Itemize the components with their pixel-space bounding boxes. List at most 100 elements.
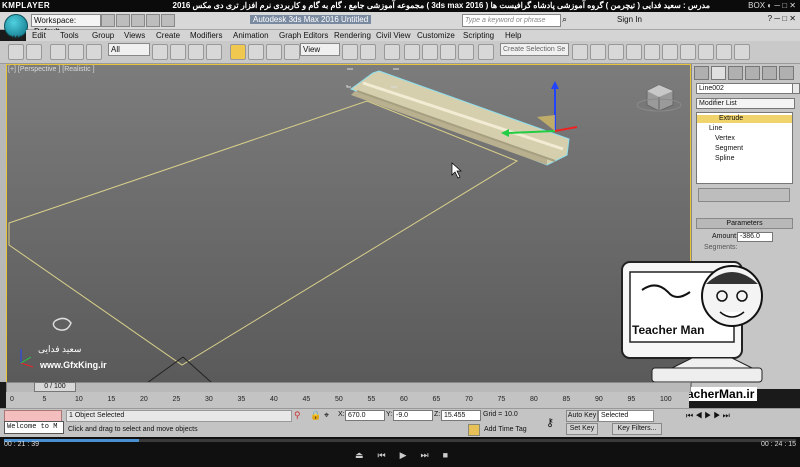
viewport-label[interactable]: [+] [Perspective ] [Realistic ] (8, 66, 95, 73)
rendered-frame-icon[interactable] (716, 44, 732, 60)
menu-civil-view[interactable]: Civil View (376, 30, 411, 41)
perspective-viewport[interactable] (6, 64, 691, 384)
schematic-view-icon[interactable] (662, 44, 678, 60)
key-mode-dropdown[interactable]: Selected (598, 410, 654, 422)
teacher-man-name: Teacher Man (632, 323, 704, 337)
open-icon[interactable] (116, 14, 130, 27)
menu-help[interactable]: Help (505, 30, 521, 41)
angle-snap-icon[interactable] (422, 44, 438, 60)
amount-spinner[interactable]: -386.0 (737, 232, 773, 242)
display-tab-icon[interactable] (762, 66, 777, 80)
menu-tools[interactable]: Tools (60, 30, 79, 41)
percent-snap-icon[interactable] (440, 44, 456, 60)
time-slider-thumb[interactable]: 0 / 100 (34, 382, 76, 392)
player-window-controls[interactable]: BOX ◐ ─ □ ✕ (748, 1, 796, 10)
placement-icon[interactable] (284, 44, 300, 60)
menu-edit[interactable]: Edit (32, 30, 46, 41)
max-window-controls[interactable]: ? ─ □ ✕ (768, 14, 796, 23)
teacher-man-logo: Teacher Man (621, 261, 763, 383)
new-icon[interactable] (101, 14, 115, 27)
modify-tab-icon[interactable] (711, 66, 726, 80)
manipulate-icon[interactable] (360, 44, 376, 60)
material-editor-icon[interactable] (680, 44, 696, 60)
link-icon[interactable] (50, 44, 66, 60)
select-and-move-icon[interactable] (230, 44, 246, 60)
key-filters-button[interactable]: Key Filters... (612, 423, 662, 435)
utilities-tab-icon[interactable] (779, 66, 794, 80)
render-setup-icon[interactable] (698, 44, 714, 60)
select-by-name-icon[interactable] (170, 44, 186, 60)
mirror-icon[interactable] (572, 44, 588, 60)
y-coordinate-field[interactable]: -9.0 (393, 410, 433, 421)
search-input[interactable]: Type a keyword or phrase (462, 14, 561, 27)
save-icon[interactable] (131, 14, 145, 27)
stack-tools-row[interactable] (698, 188, 790, 202)
redo-button[interactable] (26, 44, 42, 60)
maxscript-mini-listener[interactable]: Welcome to M (4, 421, 64, 434)
bind-space-warp-icon[interactable] (86, 44, 102, 60)
redo-icon[interactable] (161, 14, 175, 27)
graphite-ribbon-icon[interactable] (626, 44, 642, 60)
add-time-tag[interactable]: Add Time Tag (484, 426, 527, 433)
pivot-center-icon[interactable] (342, 44, 358, 60)
menu-rendering[interactable]: Rendering (334, 30, 371, 41)
menu-group[interactable]: Group (92, 30, 114, 41)
track-tick-label: 70 (465, 396, 473, 403)
motion-tab-icon[interactable] (745, 66, 760, 80)
track-tick-label: 10 (75, 396, 83, 403)
rectangular-selection-icon[interactable] (188, 44, 204, 60)
menu-scripting[interactable]: Scripting (463, 30, 494, 41)
set-key-button[interactable]: Set Key (566, 423, 598, 435)
stack-item-vertex[interactable]: Vertex (715, 135, 735, 142)
stack-item-line[interactable]: Line (709, 125, 722, 132)
object-name-field[interactable]: Line002 (696, 83, 795, 94)
x-coordinate-field[interactable]: 670.0 (345, 410, 385, 421)
auto-key-button[interactable]: Auto Key (566, 410, 598, 422)
modifier-list-dropdown[interactable]: Modifier List (696, 98, 795, 109)
z-coordinate-field[interactable]: 15.455 (441, 410, 481, 421)
selection-filter-dropdown[interactable]: All (108, 43, 150, 56)
hierarchy-tab-icon[interactable] (728, 66, 743, 80)
stack-item-extrude[interactable]: Extrude (719, 115, 743, 122)
z-label: Z: (434, 411, 441, 418)
key-icon[interactable]: ⚷ (546, 416, 554, 429)
named-selection-input[interactable]: Create Selection Se (500, 43, 569, 56)
curve-editor-icon[interactable] (644, 44, 660, 60)
window-crossing-icon[interactable] (206, 44, 222, 60)
reference-coordinate-dropdown[interactable]: View (300, 43, 340, 56)
workspace-dropdown[interactable]: Workspace: Default (31, 14, 101, 36)
select-object-icon[interactable] (152, 44, 168, 60)
menu-views[interactable]: Views (124, 30, 145, 41)
undo-button[interactable] (8, 44, 24, 60)
align-icon[interactable] (590, 44, 606, 60)
absolute-mode-icon[interactable]: ⌖ (324, 410, 329, 421)
object-color-swatch[interactable] (792, 83, 800, 94)
stack-item-segment[interactable]: Segment (715, 145, 743, 152)
keyboard-shortcut-icon[interactable] (384, 44, 400, 60)
menu-customize[interactable]: Customize (417, 30, 455, 41)
lock-selection-icon[interactable]: 🔒 (310, 410, 321, 421)
parameters-rollout-header[interactable]: Parameters (696, 218, 793, 229)
layer-explorer-icon[interactable] (608, 44, 624, 60)
search-icon[interactable]: ⌕ (562, 14, 567, 25)
menu-animation[interactable]: Animation (233, 30, 269, 41)
select-and-scale-icon[interactable] (266, 44, 282, 60)
stack-item-spline[interactable]: Spline (715, 155, 734, 162)
unlink-icon[interactable] (68, 44, 84, 60)
snaps-toggle-icon[interactable] (404, 44, 420, 60)
menu-graph-editors[interactable]: Graph Editors (279, 30, 328, 41)
isolate-selection-icon[interactable]: ⚲ (294, 410, 301, 421)
max-app-button[interactable] (4, 14, 28, 38)
select-and-rotate-icon[interactable] (248, 44, 264, 60)
playback-controls[interactable]: ⏮◀▶▶⏭ (686, 411, 732, 421)
undo-icon[interactable] (146, 14, 160, 27)
edit-named-selection-icon[interactable] (478, 44, 494, 60)
spinner-snap-icon[interactable] (458, 44, 474, 60)
sign-in-button[interactable]: Sign In (617, 15, 642, 24)
menu-create[interactable]: Create (156, 30, 180, 41)
time-tag-icon[interactable] (468, 424, 480, 436)
player-transport-buttons[interactable]: ⏏⏮▶⏭■ (355, 450, 462, 461)
menu-modifiers[interactable]: Modifiers (190, 30, 222, 41)
render-production-icon[interactable] (734, 44, 750, 60)
create-tab-icon[interactable] (694, 66, 709, 80)
